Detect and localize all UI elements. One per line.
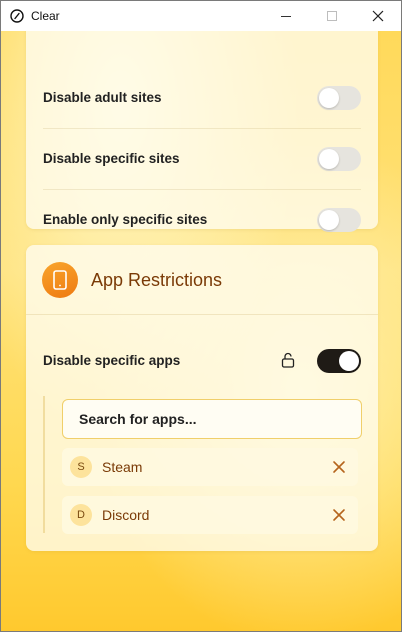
row-disable-specific-sites: Disable specific sites: [43, 128, 361, 189]
content-area[interactable]: Disable adult sites Disable specific sit…: [1, 31, 401, 631]
disable-specific-sites-toggle[interactable]: [317, 146, 361, 171]
minimize-icon: [281, 15, 291, 17]
remove-icon[interactable]: [332, 460, 346, 474]
row-label: Disable adult sites: [43, 90, 162, 105]
unlock-icon[interactable]: [280, 352, 296, 368]
row-label: Enable only specific sites: [43, 212, 208, 227]
toggle-knob: [319, 209, 339, 230]
app-avatar: D: [70, 504, 92, 526]
list-item: S Steam: [62, 448, 358, 486]
disable-adult-sites-toggle[interactable]: [317, 85, 361, 110]
phone-icon: [42, 262, 78, 298]
divider: [26, 314, 378, 315]
app-logo-icon: [10, 9, 24, 23]
row-label: Disable specific apps: [43, 353, 181, 368]
web-restrictions-card: Disable adult sites Disable specific sit…: [26, 31, 378, 232]
row-label: Disable specific sites: [43, 151, 180, 166]
window-title: Clear: [31, 9, 60, 23]
toggle-knob: [339, 350, 359, 371]
app-avatar: S: [70, 456, 92, 478]
list-item: D Discord: [62, 496, 358, 534]
maximize-icon: [327, 11, 337, 21]
row-disable-adult-sites: Disable adult sites: [43, 67, 361, 128]
remove-icon[interactable]: [332, 508, 346, 522]
close-button[interactable]: [355, 1, 401, 31]
title-bar: Clear: [1, 1, 401, 31]
enable-only-specific-sites-toggle[interactable]: [317, 207, 361, 232]
search-apps-input[interactable]: [62, 399, 362, 439]
section-header: App Restrictions: [42, 262, 222, 298]
app-name: Discord: [102, 507, 150, 523]
row-enable-only-specific-sites: Enable only specific sites: [43, 189, 361, 250]
minimize-button[interactable]: [263, 1, 309, 31]
toggle-knob: [319, 148, 339, 169]
app-name: Steam: [102, 459, 143, 475]
disable-specific-apps-toggle[interactable]: [317, 348, 361, 373]
section-title: App Restrictions: [91, 269, 223, 290]
app-list: S Steam D Discord: [43, 396, 362, 534]
close-icon: [372, 10, 384, 22]
maximize-button[interactable]: [309, 1, 355, 31]
app-window: Clear Disable adult sites Disable specif…: [0, 0, 402, 632]
toggle-knob: [319, 87, 339, 108]
app-restrictions-card: App Restrictions Disable specific apps S…: [26, 245, 378, 551]
row-disable-specific-apps: Disable specific apps: [43, 330, 361, 391]
